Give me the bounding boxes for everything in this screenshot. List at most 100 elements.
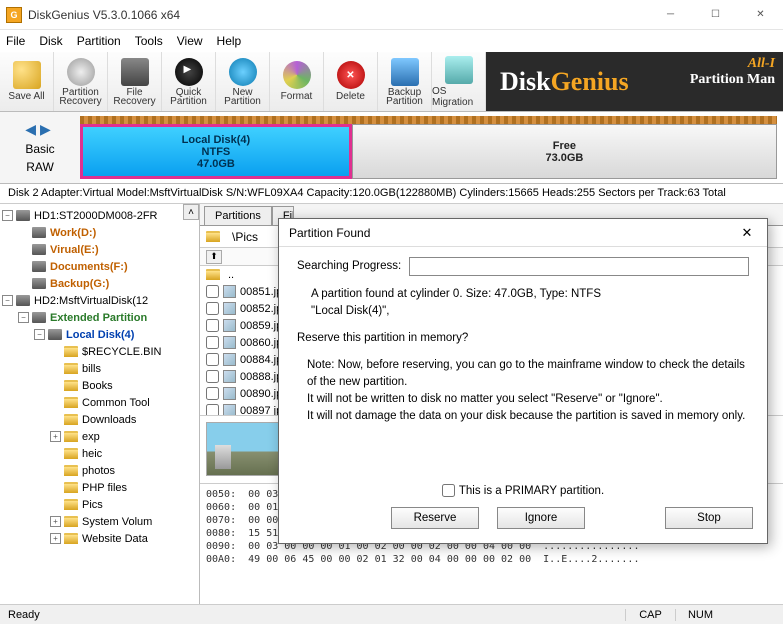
delete-icon: ✕ (337, 61, 365, 89)
stop-button[interactable]: Stop (665, 507, 753, 529)
tree-extended[interactable]: Extended Partition (50, 312, 147, 324)
file-checkbox[interactable] (206, 353, 219, 366)
quick-partition-button[interactable]: Quick Partition (162, 52, 216, 111)
file-checkbox[interactable] (206, 336, 219, 349)
folder-icon (64, 482, 78, 493)
disk-tree[interactable]: ˄ − HD1:ST2000DM008-2FR Work(D:) Virual(E… (0, 204, 200, 604)
file-checkbox[interactable] (206, 404, 219, 416)
menu-disk[interactable]: Disk (39, 34, 62, 48)
tree-folder-pics[interactable]: Pics (82, 499, 103, 511)
jpg-icon (223, 302, 236, 315)
expand-icon[interactable]: + (50, 516, 61, 527)
jpg-icon (223, 319, 236, 332)
tree-folder[interactable]: Downloads (82, 414, 136, 426)
folder-icon (64, 431, 78, 442)
save-icon (13, 61, 41, 89)
close-button[interactable]: ✕ (738, 0, 783, 30)
menubar: File Disk Partition Tools View Help (0, 30, 783, 52)
expand-icon[interactable]: + (50, 431, 61, 442)
expand-icon[interactable]: − (2, 210, 13, 221)
tree-folder[interactable]: $RECYCLE.BIN (82, 346, 161, 358)
minimize-button[interactable]: ─ (648, 0, 693, 30)
tree-virual[interactable]: Virual(E:) (50, 244, 99, 256)
dialog-close-button[interactable]: ✕ (727, 219, 767, 247)
file-recovery-label: File Recovery (113, 88, 155, 106)
expand-icon[interactable]: + (50, 533, 61, 544)
format-label: Format (281, 91, 313, 102)
status-num: NUM (675, 609, 725, 621)
reserve-button[interactable]: Reserve (391, 507, 479, 529)
partition-local-disk-4[interactable]: Local Disk(4) NTFS 47.0GB (80, 124, 352, 179)
tree-folder[interactable]: photos (82, 465, 115, 477)
tab-partitions[interactable]: Partitions (204, 206, 272, 225)
folder-icon (64, 516, 78, 527)
tree-folder[interactable]: System Volum (82, 516, 152, 528)
tree-hd2[interactable]: HD2:MsftVirtualDisk(12 (34, 295, 148, 307)
tree-folder[interactable]: exp (82, 431, 100, 443)
searching-label: Searching Progress: (297, 258, 401, 275)
partition-recovery-button[interactable]: Partition Recovery (54, 52, 108, 111)
jpg-icon (223, 353, 236, 366)
app-icon: G (6, 7, 22, 23)
folder-icon (64, 499, 78, 510)
tree-folder[interactable]: Website Data (82, 533, 148, 545)
tree-folder[interactable]: PHP files (82, 482, 127, 494)
tree-local-disk-4[interactable]: Local Disk(4) (66, 329, 134, 341)
tree-folder[interactable]: bills (82, 363, 101, 375)
menu-tools[interactable]: Tools (135, 34, 163, 48)
ignore-button[interactable]: Ignore (497, 507, 585, 529)
volume-icon (32, 244, 46, 255)
backup-partition-label: Backup Partition (386, 88, 423, 106)
expand-icon[interactable]: − (2, 295, 13, 306)
primary-checkbox[interactable] (442, 484, 455, 497)
tree-scroll-up[interactable]: ˄ (183, 204, 199, 220)
partition-found-dialog: Partition Found ✕ Searching Progress: A … (278, 218, 768, 544)
brand-sub1: All-I (690, 56, 775, 72)
new-partition-label: New Partition (224, 88, 261, 106)
up-button[interactable]: ⬆ (206, 250, 222, 264)
menu-partition[interactable]: Partition (77, 34, 121, 48)
tree-work[interactable]: Work(D:) (50, 227, 96, 239)
folder-icon (206, 269, 220, 280)
maximize-button[interactable]: ☐ (693, 0, 738, 30)
delete-button[interactable]: ✕Delete (324, 52, 378, 111)
backup-icon (391, 58, 419, 86)
menu-file[interactable]: File (6, 34, 25, 48)
disc-icon (175, 58, 203, 86)
file-checkbox[interactable] (206, 302, 219, 315)
tree-backup[interactable]: Backup(G:) (50, 278, 109, 290)
file-checkbox[interactable] (206, 319, 219, 332)
tree-hd1[interactable]: HD1:ST2000DM008-2FR (34, 210, 158, 222)
tree-folder[interactable]: Common Tool (82, 397, 150, 409)
dialog-title: Partition Found (289, 226, 370, 240)
nav-arrows[interactable]: ◀▶ (25, 121, 55, 138)
file-checkbox[interactable] (206, 370, 219, 383)
menu-help[interactable]: Help (217, 34, 242, 48)
backup-partition-button[interactable]: Backup Partition (378, 52, 432, 111)
os-migration-button[interactable]: OS Migration (432, 52, 486, 111)
tree-folder[interactable]: Books (82, 380, 113, 392)
disk-icon (16, 295, 30, 306)
file-checkbox[interactable] (206, 285, 219, 298)
tree-<br>folder[interactable]: heic (82, 448, 102, 460)
file-checkbox[interactable] (206, 387, 219, 400)
format-button[interactable]: Format (270, 52, 324, 111)
new-partition-button[interactable]: New Partition (216, 52, 270, 111)
expand-icon[interactable]: − (18, 312, 29, 323)
window-title: DiskGenius V5.3.0.1066 x64 (28, 8, 648, 22)
partition-name: Free (553, 140, 576, 152)
file-recovery-button[interactable]: File Recovery (108, 52, 162, 111)
save-all-button[interactable]: Save All (0, 52, 54, 111)
volume-icon (32, 227, 46, 238)
jpg-icon (223, 404, 236, 416)
partition-free[interactable]: Free 73.0GB (352, 124, 777, 179)
folder-icon (64, 380, 78, 391)
tree-documents[interactable]: Documents(F:) (50, 261, 128, 273)
jpg-icon (223, 370, 236, 383)
menu-view[interactable]: View (177, 34, 203, 48)
note2: It will not be written to disk no matter… (307, 393, 663, 405)
primary-label: This is a PRIMARY partition. (459, 485, 604, 497)
expand-icon[interactable]: − (34, 329, 45, 340)
brand-sub2: Partition Man (690, 72, 775, 88)
brand-banner: DiskGenius All-IPartition Man (486, 52, 783, 111)
